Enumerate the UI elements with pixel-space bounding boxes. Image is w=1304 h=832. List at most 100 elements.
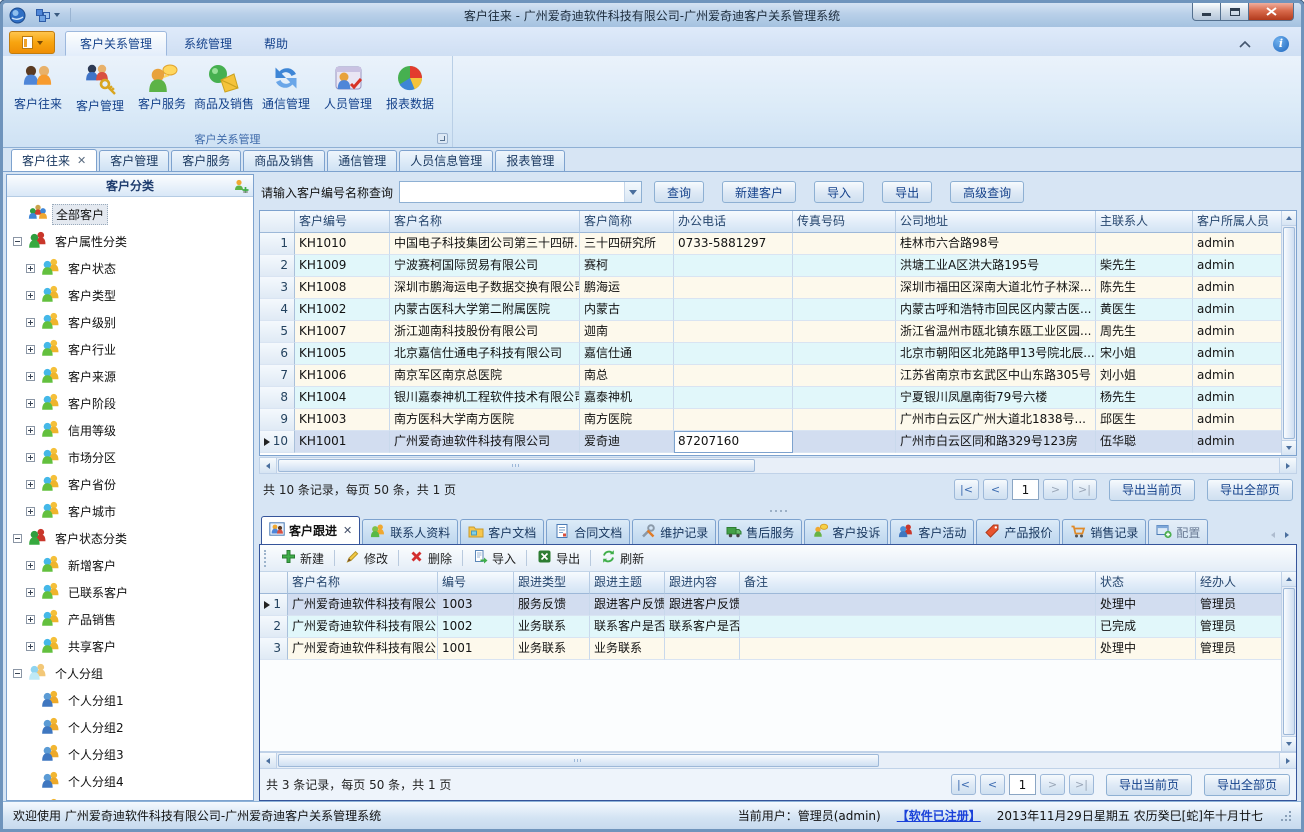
- page-number-input[interactable]: 1: [1009, 774, 1036, 795]
- detail-tab-维护记录[interactable]: 维护记录: [632, 519, 716, 544]
- last-page-button[interactable]: >|: [1069, 774, 1094, 795]
- scroll-right-icon[interactable]: [1279, 458, 1296, 473]
- detail-tab-销售记录[interactable]: 销售记录: [1062, 519, 1146, 544]
- expand-node-icon[interactable]: [26, 588, 39, 597]
- column-header-跟进类型[interactable]: 跟进类型: [514, 572, 590, 594]
- advanced-query-button[interactable]: 高级查询: [950, 181, 1024, 203]
- app-icon[interactable]: [9, 7, 26, 24]
- scroll-down-icon[interactable]: [1282, 440, 1296, 455]
- doc-tab-通信管理[interactable]: 通信管理: [327, 150, 397, 171]
- ribbon-collapse-icon[interactable]: [1239, 41, 1251, 48]
- doc-tab-报表管理[interactable]: 报表管理: [495, 150, 565, 171]
- expand-node-icon[interactable]: [26, 291, 39, 300]
- export-button[interactable]: 导出: [533, 547, 584, 569]
- doc-tab-人员信息管理[interactable]: 人员信息管理: [399, 150, 493, 171]
- column-header-状态[interactable]: 状态: [1096, 572, 1196, 594]
- column-header-客户名称[interactable]: 客户名称: [288, 572, 438, 594]
- quick-access-toolbar[interactable]: [32, 8, 64, 23]
- detail-tab-客户活动[interactable]: 客户活动: [890, 519, 974, 544]
- table-row[interactable]: 2广州爱奇迪软件科技有限公司1002业务联系联系客户是否...联系客户是否...…: [260, 616, 1281, 638]
- tree-item-新增客户[interactable]: 新增客户: [13, 552, 253, 579]
- tree-item-市场分区[interactable]: 市场分区: [13, 444, 253, 471]
- tree-item-个人分组3[interactable]: 个人分组3: [13, 741, 253, 768]
- table-row[interactable]: 1KH1010中国电子科技集团公司第三十四研...三十四研究所0733-5881…: [260, 233, 1281, 255]
- expand-node-icon[interactable]: [26, 453, 39, 462]
- table-row[interactable]: 6KH1005北京嘉信仕通电子科技有限公司嘉信仕通北京市朝阳区北苑路甲13号院北…: [260, 343, 1281, 365]
- column-header-跟进主题[interactable]: 跟进主题: [590, 572, 665, 594]
- scrollbar-thumb[interactable]: [1283, 227, 1295, 439]
- scrollbar-thumb[interactable]: [278, 754, 879, 767]
- combobox-dropdown-icon[interactable]: [624, 182, 641, 202]
- detail-tab-配置[interactable]: 配置: [1148, 519, 1208, 544]
- tree-item-客户状态分类[interactable]: 客户状态分类: [13, 525, 253, 552]
- doc-tab-客户管理[interactable]: 客户管理: [99, 150, 169, 171]
- column-header-备注[interactable]: 备注: [740, 572, 1096, 594]
- import-button[interactable]: 导入: [814, 181, 864, 203]
- export-current-page-button[interactable]: 导出当前页: [1109, 479, 1195, 501]
- column-header-跟进内容[interactable]: 跟进内容: [665, 572, 740, 594]
- column-header-主联系人[interactable]: 主联系人: [1096, 211, 1193, 233]
- ribbon-button-客户服务[interactable]: 客户服务: [131, 60, 193, 115]
- collapse-node-icon[interactable]: [13, 534, 26, 543]
- tab-scroll-right-icon[interactable]: [1285, 532, 1289, 538]
- table-row[interactable]: 5KH1007浙江迦南科技股份有限公司迦南浙江省温州市瓯北镇东瓯工业区园...周…: [260, 321, 1281, 343]
- column-header-传真号码[interactable]: 传真号码: [793, 211, 896, 233]
- scroll-right-icon[interactable]: [1279, 753, 1296, 768]
- tab-scroll-left-icon[interactable]: [1271, 532, 1275, 538]
- table-row[interactable]: 4KH1002内蒙古医科大学第二附属医院内蒙古内蒙古呼和浩特市回民区内蒙古医..…: [260, 299, 1281, 321]
- delete-button[interactable]: 删除: [405, 547, 456, 569]
- tree-item-未分组客户[interactable]: 未分组客户: [13, 795, 253, 800]
- expand-node-icon[interactable]: [26, 318, 39, 327]
- scroll-up-icon[interactable]: [1282, 211, 1296, 226]
- first-page-button[interactable]: |<: [951, 774, 976, 795]
- import-button[interactable]: 导入: [469, 547, 520, 569]
- tree-item-个人分组2[interactable]: 个人分组2: [13, 714, 253, 741]
- next-page-button[interactable]: >: [1043, 479, 1068, 500]
- vertical-scrollbar[interactable]: [1281, 211, 1296, 455]
- tree-item-客户城市[interactable]: 客户城市: [13, 498, 253, 525]
- vertical-scrollbar[interactable]: [1281, 572, 1296, 751]
- help-info-icon[interactable]: i: [1273, 36, 1289, 52]
- table-row[interactable]: 7KH1006南京军区南京总医院南总江苏省南京市玄武区中山东路305号刘小姐ad…: [260, 365, 1281, 387]
- ribbon-tab-系统管理[interactable]: 系统管理: [169, 31, 247, 56]
- export-all-pages-button[interactable]: 导出全部页: [1204, 774, 1290, 796]
- tree-item-全部客户[interactable]: 全部客户: [13, 201, 253, 228]
- tree-item-客户阶段[interactable]: 客户阶段: [13, 390, 253, 417]
- detail-tab-客户投诉[interactable]: 客户投诉: [804, 519, 888, 544]
- tree-item-个人分组1[interactable]: 个人分组1: [13, 687, 253, 714]
- collapse-node-icon[interactable]: [13, 237, 26, 246]
- splitter-handle[interactable]: [257, 505, 1299, 516]
- ribbon-button-报表数据[interactable]: 报表数据: [379, 60, 441, 115]
- column-header-客户名称[interactable]: 客户名称: [390, 211, 580, 233]
- tree-item-客户来源[interactable]: 客户来源: [13, 363, 253, 390]
- detail-tab-产品报价[interactable]: 产品报价: [976, 519, 1060, 544]
- tree-item-客户类型[interactable]: 客户类型: [13, 282, 253, 309]
- scroll-left-icon[interactable]: [260, 753, 277, 768]
- user-list-icon[interactable]: [233, 178, 249, 197]
- collapse-node-icon[interactable]: [13, 669, 26, 678]
- edit-button[interactable]: 修改: [341, 547, 392, 569]
- prev-page-button[interactable]: <: [983, 479, 1008, 500]
- query-button[interactable]: 查询: [654, 181, 704, 203]
- registered-link[interactable]: 【软件已注册】: [897, 807, 981, 824]
- close-tab-icon[interactable]: ✕: [77, 151, 86, 171]
- ribbon-button-客户往来[interactable]: 客户往来: [7, 60, 69, 115]
- column-header-编号[interactable]: 编号: [438, 572, 514, 594]
- expand-node-icon[interactable]: [26, 561, 39, 570]
- column-header-公司地址[interactable]: 公司地址: [896, 211, 1096, 233]
- export-all-pages-button[interactable]: 导出全部页: [1207, 479, 1293, 501]
- tree-item-个人分组4[interactable]: 个人分组4: [13, 768, 253, 795]
- tree-item-个人分组[interactable]: 个人分组: [13, 660, 253, 687]
- first-page-button[interactable]: |<: [954, 479, 979, 500]
- scroll-up-icon[interactable]: [1282, 572, 1296, 587]
- maximize-button[interactable]: [1221, 3, 1249, 21]
- tree-item-信用等级[interactable]: 信用等级: [13, 417, 253, 444]
- ribbon-button-通信管理[interactable]: 通信管理: [255, 60, 317, 115]
- detail-tab-售后服务[interactable]: 售后服务: [718, 519, 802, 544]
- tree-item-客户省份[interactable]: 客户省份: [13, 471, 253, 498]
- tree-item-客户行业[interactable]: 客户行业: [13, 336, 253, 363]
- expand-node-icon[interactable]: [26, 345, 39, 354]
- ribbon-button-客户管理[interactable]: 客户管理: [69, 60, 131, 117]
- table-row[interactable]: 3KH1008深圳市鹏海运电子数据交换有限公司鹏海运深圳市福田区深南大道北竹子林…: [260, 277, 1281, 299]
- table-row[interactable]: 10KH1001广州爱奇迪软件科技有限公司爱奇迪87207160广州市白云区同和…: [260, 431, 1281, 453]
